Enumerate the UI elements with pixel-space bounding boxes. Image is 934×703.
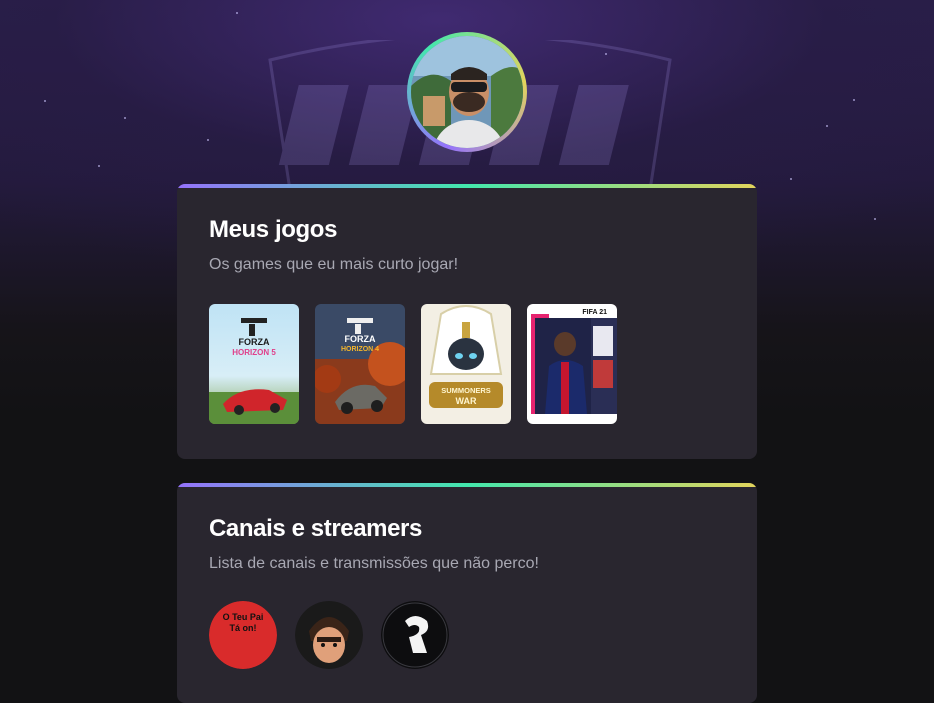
fifa-21-cover-icon: FIFA 21 (527, 304, 617, 424)
star (790, 178, 792, 180)
profile-photo-icon (411, 36, 523, 148)
summoners-war-cover-icon: SUMMONERS WAR (421, 304, 511, 424)
streamers-card: Canais e streamers Lista de canais e tra… (177, 483, 757, 703)
star (236, 12, 238, 14)
star (605, 53, 607, 55)
forza-horizon-5-cover-icon: FORZA HORIZON 5 (209, 304, 299, 424)
streamer-logo-icon (381, 601, 449, 669)
streamer-black-logo[interactable] (381, 601, 449, 669)
avatar[interactable] (407, 32, 527, 152)
star (44, 100, 46, 102)
game-forza-horizon-4[interactable]: FORZA HORIZON 4 (315, 304, 405, 424)
streamer-cartoon-avatar-icon (295, 601, 363, 669)
streamers-subtitle: Lista de canais e transmissões que não p… (209, 555, 539, 572)
star (874, 218, 876, 220)
star (826, 125, 828, 127)
cover-text-line: WAR (456, 396, 477, 406)
games-subtitle: Os games que eu mais curto jogar! (209, 256, 459, 273)
game-fifa-21[interactable]: FIFA 21 (527, 304, 617, 424)
games-card: Meus jogos Os games que eu mais curto jo… (177, 184, 757, 459)
streamer-cartoon-avatar[interactable] (295, 601, 363, 669)
star (853, 99, 855, 101)
streamers-title: Canais e streamers (209, 515, 422, 542)
cover-text-line: HORIZON 4 (341, 346, 379, 353)
star (98, 165, 100, 167)
games-list: FORZA HORIZON 5 FORZA HORIZON 4 SUMMONER… (209, 304, 725, 424)
cover-text-line: HORIZON 5 (232, 348, 276, 357)
game-forza-horizon-5[interactable]: FORZA HORIZON 5 (209, 304, 299, 424)
game-summoners-war[interactable]: SUMMONERS WAR (421, 304, 511, 424)
cover-text-line: FORZA (239, 337, 270, 347)
streamer-avatar-icon: O Teu Pai Tá on! (209, 601, 277, 669)
cover-text-line: SUMMONERS (441, 386, 491, 395)
streamers-list: O Teu Pai Tá on! (209, 601, 725, 669)
forza-horizon-4-cover-icon: FORZA HORIZON 4 (315, 304, 405, 424)
streamer-label-line: Tá on! (230, 623, 257, 633)
star (207, 139, 209, 141)
cover-text-line: FORZA (345, 334, 376, 344)
cover-text-line: FIFA 21 (582, 309, 607, 316)
streamer-o-teu-pai-ta-on[interactable]: O Teu Pai Tá on! (209, 601, 277, 669)
streamer-label-line: O Teu Pai (223, 612, 264, 622)
star (124, 117, 126, 119)
games-title: Meus jogos (209, 216, 338, 243)
